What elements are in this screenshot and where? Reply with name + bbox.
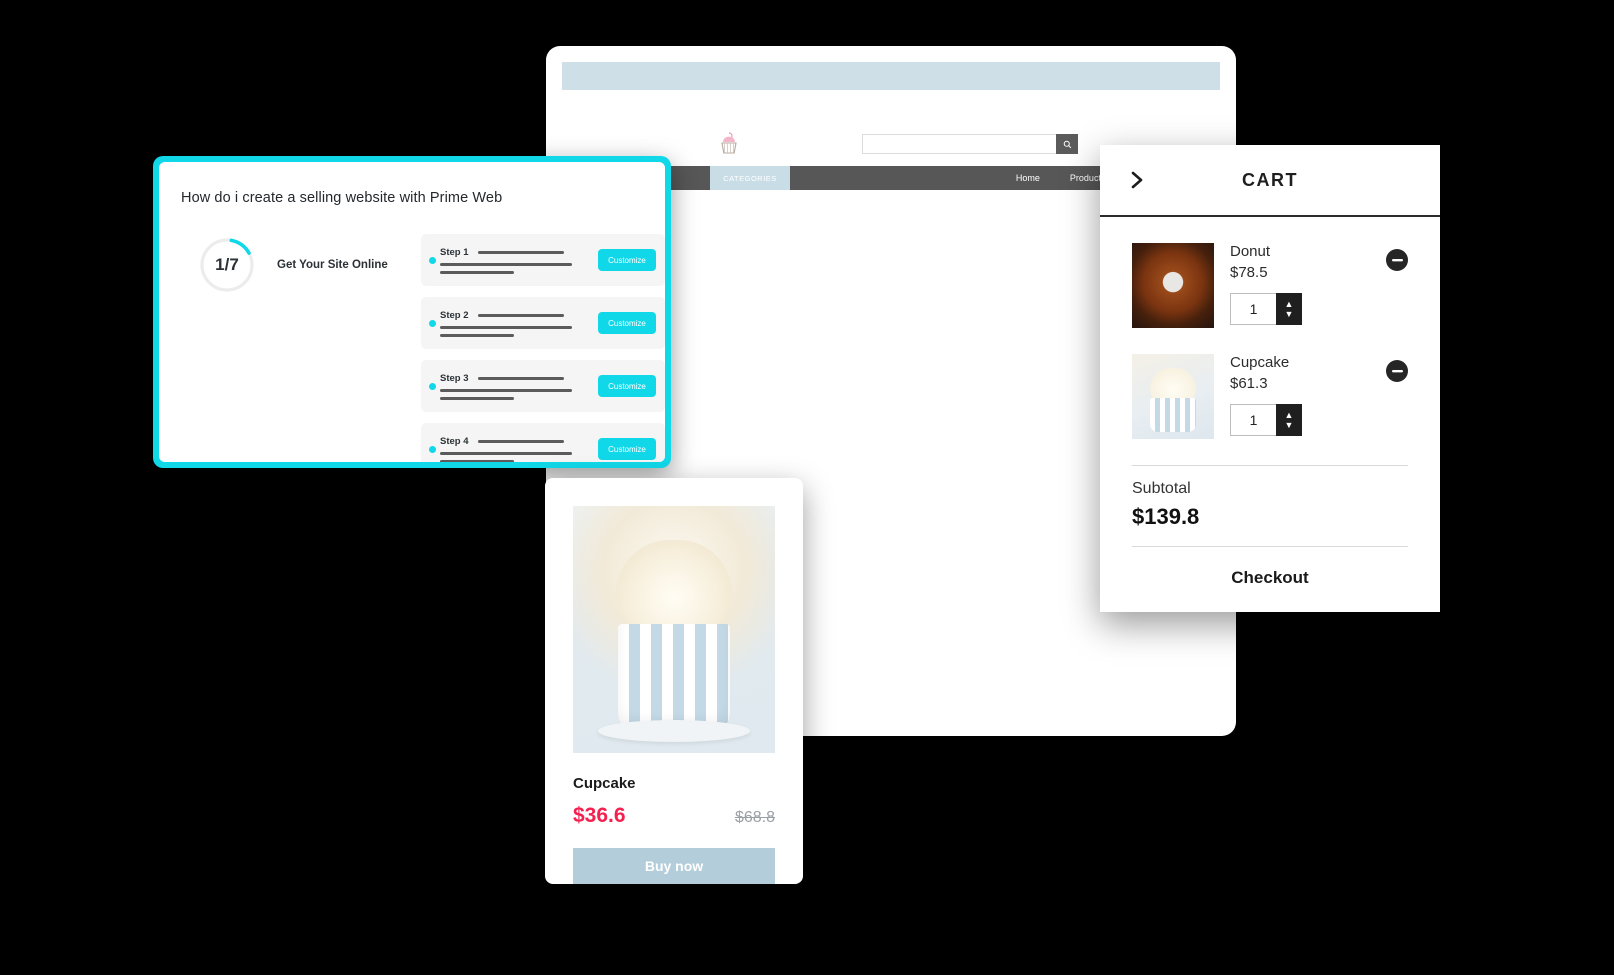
chevron-right-icon[interactable]	[1126, 169, 1148, 191]
progress-block: 1/7 Get Your Site Online	[199, 237, 388, 293]
placeholder-bar	[440, 270, 514, 274]
product-price: $36.6	[573, 804, 626, 827]
site-search-input[interactable]	[862, 134, 1078, 154]
cart-item-price: $78.5	[1230, 264, 1268, 281]
placeholder-bar	[440, 396, 514, 400]
donut-thumb[interactable]	[1132, 243, 1214, 328]
cart-title: CART	[1242, 169, 1298, 190]
placeholder-bar	[440, 459, 514, 462]
cart-item-name: Donut	[1230, 243, 1271, 260]
buy-now-button[interactable]: Buy now	[573, 848, 775, 884]
plate-shape	[598, 720, 750, 742]
step-item[interactable]: Step 4 Customize	[421, 423, 665, 462]
product-detail-card: Cupcake $36.6 $68.8 Buy now	[545, 478, 803, 884]
remove-item-button[interactable]	[1386, 360, 1408, 382]
chevron-down-icon[interactable]: ▼	[1285, 420, 1294, 429]
nav-item-home[interactable]: Home	[1016, 173, 1040, 183]
step-label: Step 3	[440, 372, 469, 384]
placeholder-bar	[477, 439, 564, 443]
checkout-button[interactable]: Checkout	[1100, 547, 1440, 609]
placeholder-bar	[477, 250, 564, 254]
subtotal-value: $139.8	[1132, 504, 1200, 529]
customize-button[interactable]: Customize	[598, 375, 656, 397]
step-status-dot	[429, 319, 436, 327]
quantity-arrows[interactable]: ▲ ▼	[1276, 404, 1302, 436]
remove-item-button[interactable]	[1386, 249, 1408, 271]
step-label: Step 4	[440, 435, 469, 447]
steps-list: Step 1 Customize Step 2 Customize Step 3…	[421, 234, 665, 462]
placeholder-bar	[440, 333, 514, 337]
search-icon[interactable]	[1056, 134, 1078, 154]
placeholder-bar	[440, 388, 572, 392]
categories-tab[interactable]: CATEGORIES	[710, 166, 790, 190]
cupcake-logo-icon[interactable]	[712, 128, 746, 162]
quantity-stepper[interactable]: 1 ▲ ▼	[1230, 293, 1302, 325]
placeholder-bar	[477, 313, 564, 317]
product-price-row: $36.6 $68.8	[573, 804, 775, 828]
tutorial-panel: How do i create a selling website with P…	[153, 156, 671, 468]
customize-button[interactable]: Customize	[598, 438, 656, 460]
step-label: Step 1	[440, 246, 469, 258]
chevron-up-icon[interactable]: ▲	[1285, 410, 1294, 419]
subtotal-label: Subtotal	[1132, 480, 1191, 497]
product-old-price: $68.8	[734, 809, 775, 826]
progress-status-text: Get Your Site Online	[277, 259, 388, 271]
subtotal-block: Subtotal $139.8	[1100, 466, 1440, 546]
cart-header: CART	[1100, 145, 1440, 217]
page-title: How do i create a selling website with P…	[181, 190, 503, 206]
nav-item-product[interactable]: Product	[1070, 173, 1101, 183]
cart-item: Donut $78.5 1 ▲ ▼	[1132, 243, 1408, 328]
chevron-down-icon[interactable]: ▼	[1285, 309, 1294, 318]
customize-button[interactable]: Customize	[598, 312, 656, 334]
progress-ring: 1/7	[199, 237, 255, 293]
step-status-dot	[429, 445, 436, 453]
customize-button[interactable]: Customize	[598, 249, 656, 271]
product-name: Cupcake	[573, 775, 636, 792]
progress-count: 1/7	[215, 255, 239, 274]
placeholder-bar	[440, 451, 572, 455]
cart-items: Donut $78.5 1 ▲ ▼ Cupcake $61.3 1 ▲ ▼	[1100, 217, 1440, 439]
quantity-arrows[interactable]: ▲ ▼	[1276, 293, 1302, 325]
site-announcement-bar	[562, 62, 1220, 90]
cart-panel: CART Donut $78.5 1 ▲ ▼ Cupcake $61.3 1 ▲…	[1100, 145, 1440, 612]
placeholder-bar	[440, 262, 572, 266]
placeholder-bar	[440, 325, 572, 329]
step-status-dot	[429, 382, 436, 390]
cupcake-liner-shape	[618, 624, 730, 728]
promo-composition: CATEGORIES Home Product Blog Contact But…	[0, 0, 1614, 975]
step-status-dot	[429, 256, 436, 264]
placeholder-bar	[477, 376, 564, 380]
quantity-value[interactable]: 1	[1230, 293, 1276, 325]
step-item[interactable]: Step 1 Customize	[421, 234, 665, 286]
frosting-shape	[616, 540, 732, 636]
chevron-up-icon[interactable]: ▲	[1285, 299, 1294, 308]
step-label: Step 2	[440, 309, 469, 321]
quantity-stepper[interactable]: 1 ▲ ▼	[1230, 404, 1302, 436]
cart-item-name: Cupcake	[1230, 354, 1290, 371]
quantity-value[interactable]: 1	[1230, 404, 1276, 436]
step-item[interactable]: Step 3 Customize	[421, 360, 665, 412]
step-item[interactable]: Step 2 Customize	[421, 297, 665, 349]
cart-item-price: $61.3	[1230, 375, 1268, 392]
cupcake-thumb[interactable]	[1132, 354, 1214, 439]
cart-item: Cupcake $61.3 1 ▲ ▼	[1132, 354, 1408, 439]
product-hero-image	[573, 506, 775, 753]
